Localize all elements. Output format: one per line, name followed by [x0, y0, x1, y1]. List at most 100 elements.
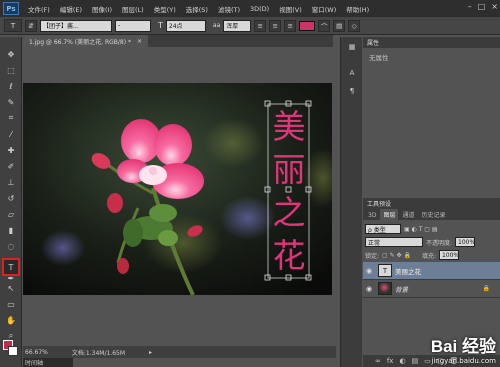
layer-row-background[interactable]: ◉ 背景 🔒: [363, 280, 500, 298]
text-char: 花: [272, 236, 306, 275]
quick-select-tool-icon[interactable]: ✎: [3, 95, 19, 109]
character-panel-icon[interactable]: ▤: [333, 19, 346, 32]
filter-icons[interactable]: ▣ ◐ T ▢ ▤: [404, 226, 438, 233]
background-color-swatch[interactable]: [8, 346, 18, 356]
options-bar: T ⇵ 【团子】酱... - T 24点 aa 浑厚 ≡ ≡ ≡ ⌒ ▤ ◇: [0, 17, 500, 35]
lock-icons[interactable]: ▢ ✎ ✥ 🔒: [382, 252, 411, 259]
layer-name[interactable]: 背景: [395, 284, 408, 294]
layer-row-text[interactable]: ◉ T 美丽之花: [363, 262, 500, 280]
menu-help[interactable]: 帮助(H): [341, 4, 374, 14]
anti-alias-icon: aa: [212, 22, 221, 29]
character-panel-icon[interactable]: A: [346, 67, 358, 79]
hand-tool-icon[interactable]: ✋: [3, 313, 19, 327]
text-orientation-toggle[interactable]: ⇵: [25, 19, 37, 32]
properties-empty-text: 无属性: [369, 54, 389, 62]
stamp-tool-icon[interactable]: ⊥: [3, 175, 19, 189]
vertical-text-layer[interactable]: 美 丽 之 花: [269, 105, 309, 277]
gradient-tool-icon[interactable]: ▮: [3, 223, 19, 237]
menu-file[interactable]: 文件(F): [23, 4, 55, 14]
text-color-swatch[interactable]: [299, 20, 316, 31]
eye-icon[interactable]: ◉: [363, 285, 375, 293]
align-center-button[interactable]: ≡: [269, 19, 282, 32]
tab-3d[interactable]: 3D: [365, 211, 379, 220]
menu-filter[interactable]: 滤镜(T): [213, 4, 245, 14]
menu-layer[interactable]: 图层(L): [117, 4, 149, 14]
healing-tool-icon[interactable]: ✚: [3, 143, 19, 157]
layer-kind-filter[interactable]: ρ 类型: [365, 224, 401, 234]
opacity-input[interactable]: 100%: [455, 237, 475, 247]
timeline-tab[interactable]: 时间轴: [23, 358, 73, 367]
layer-name[interactable]: 美丽之花: [395, 266, 421, 276]
brush-tool-icon[interactable]: ✐: [3, 159, 19, 173]
lock-icon: 🔒: [482, 285, 490, 292]
fill-input[interactable]: 100%: [438, 250, 459, 260]
blur-tool-icon[interactable]: ◌: [3, 239, 19, 253]
history-brush-tool-icon[interactable]: ↺: [3, 191, 19, 205]
maximize-icon[interactable]: □: [478, 2, 486, 11]
menu-window[interactable]: 窗口(W): [307, 4, 342, 14]
text-char: 之: [272, 193, 306, 232]
path-select-tool-icon[interactable]: ↖: [3, 281, 19, 295]
history-panel-icon[interactable]: ▦: [346, 41, 358, 53]
document-tab-bar: 1.jpg @ 66.7% (美丽之花, RGB/8) * ×: [23, 35, 333, 47]
tab-layers[interactable]: 图层: [380, 209, 399, 220]
properties-title[interactable]: 属性: [367, 38, 379, 47]
eye-icon[interactable]: ◉: [363, 267, 375, 275]
eyedropper-tool-icon[interactable]: ⁄: [3, 127, 19, 141]
marquee-tool-icon[interactable]: ⬚: [3, 63, 19, 77]
lasso-tool-icon[interactable]: ℓ: [3, 79, 19, 93]
tab-close-icon[interactable]: ×: [137, 38, 142, 45]
document-info: 文档:1.34M/1.65M: [71, 349, 126, 357]
align-right-button[interactable]: ≡: [284, 19, 297, 32]
background-layer-thumb: [378, 282, 392, 295]
blend-mode-select[interactable]: 正常: [365, 237, 423, 247]
photoshop-logo-icon: Ps: [3, 2, 19, 15]
close-icon[interactable]: ×: [491, 2, 498, 11]
font-size-select[interactable]: 24点: [165, 19, 206, 32]
tab-history[interactable]: 历史记录: [418, 209, 448, 220]
status-bar: 66.67% 文档:1.34M/1.65M ▸: [23, 346, 336, 358]
font-family-select[interactable]: 【团子】酱...: [40, 19, 112, 32]
menu-view[interactable]: 视图(V): [274, 4, 307, 14]
layer-style-icon[interactable]: fx: [387, 357, 394, 365]
watermark-brand: Bai 经验: [430, 337, 496, 356]
tab-channels[interactable]: 通道: [399, 209, 417, 220]
font-size-icon: T: [158, 21, 163, 30]
lock-row: 锁定: ▢ ✎ ✥ 🔒 填充: 100%: [365, 250, 498, 260]
opacity-label: 不透明度:: [426, 239, 453, 247]
minimize-icon[interactable]: –: [468, 2, 472, 11]
layer-filter-row: ρ 类型 ▣ ◐ T ▢ ▤: [365, 224, 498, 234]
menu-type[interactable]: 类型(Y): [149, 4, 181, 14]
tool-preset-picker[interactable]: T: [4, 19, 22, 32]
status-menu-arrow-icon[interactable]: ▸: [149, 349, 152, 356]
properties-body: 无属性: [363, 48, 500, 66]
layer-tabs: 3D 图层 通道 历史记录: [363, 209, 500, 220]
link-layers-icon[interactable]: ∞: [375, 357, 381, 365]
move-tool-icon[interactable]: ✥: [3, 47, 19, 61]
align-left-button[interactable]: ≡: [254, 19, 267, 32]
paragraph-panel-icon[interactable]: ¶: [346, 85, 358, 97]
menu-bar: Ps 文件(F) 编辑(E) 图像(I) 图层(L) 类型(Y) 选择(S) 滤…: [0, 0, 500, 17]
menu-3d[interactable]: 3D(D): [245, 5, 274, 13]
adjustment-icon[interactable]: ▤: [412, 357, 419, 365]
menu-select[interactable]: 选择(S): [181, 4, 213, 14]
menu-edit[interactable]: 编辑(E): [55, 4, 87, 14]
menu-image[interactable]: 图像(I): [87, 4, 117, 14]
watermark-url: jingyan.baidu.com: [431, 357, 496, 365]
crop-tool-icon[interactable]: ⌗: [3, 111, 19, 125]
text-char: 丽: [272, 150, 306, 189]
3d-icon[interactable]: ◇: [348, 19, 361, 32]
rectangle-tool-icon[interactable]: ▭: [3, 297, 19, 311]
document-tab[interactable]: 1.jpg @ 66.7% (美丽之花, RGB/8) * ×: [23, 35, 148, 47]
type-tool-icon[interactable]: T: [2, 258, 20, 276]
group-icon[interactable]: ▭: [424, 357, 431, 365]
tool-presets-header: 工具预设: [363, 198, 500, 209]
anti-alias-select[interactable]: 浑厚: [223, 19, 252, 32]
document-canvas[interactable]: 美 丽 之 花: [23, 83, 332, 295]
mask-icon[interactable]: ◐: [399, 357, 405, 365]
font-style-select[interactable]: -: [115, 19, 151, 32]
eraser-tool-icon[interactable]: ▱: [3, 207, 19, 221]
tool-presets-title[interactable]: 工具预设: [367, 199, 391, 208]
zoom-level[interactable]: 66.67%: [25, 349, 48, 356]
warp-text-icon[interactable]: ⌒: [318, 19, 331, 32]
